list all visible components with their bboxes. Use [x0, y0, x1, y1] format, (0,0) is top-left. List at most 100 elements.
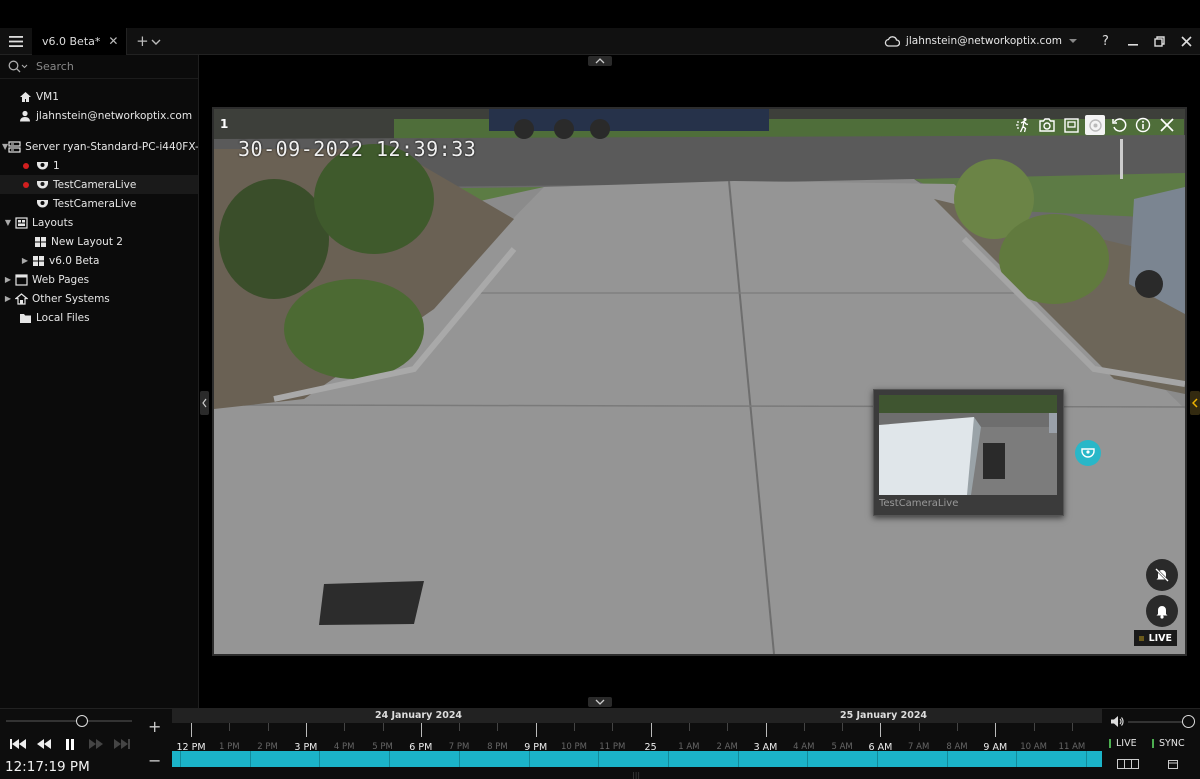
volume-slider-handle[interactable] [1182, 715, 1195, 728]
timeline-tick [765, 723, 767, 737]
mute-notifications-button[interactable] [1146, 559, 1178, 591]
camera-preview-popup[interactable]: TestCameraLive [873, 389, 1064, 516]
recording-chunk-divider [458, 751, 460, 767]
zoom-in-button[interactable]: + [148, 717, 161, 736]
close-tile-button[interactable] [1157, 115, 1177, 135]
tree-item-layouts[interactable]: ▼ Layouts [0, 213, 198, 232]
resource-tree: VM1 jlahnstein@networkoptix.com ▼ Server… [0, 79, 198, 327]
new-tab-button[interactable]: + [133, 32, 151, 50]
tree-item-label: Layouts [32, 216, 74, 229]
tree-item-label: Web Pages [32, 273, 90, 286]
volume-slider-track[interactable] [1128, 721, 1184, 723]
motion-icon [1016, 117, 1029, 133]
search-placeholder: Search [36, 60, 74, 73]
tree-item-testcameralive-1[interactable]: TestCameraLive [0, 175, 198, 194]
close-icon [1160, 118, 1174, 132]
tree-item-v6-beta[interactable]: ▶ v6.0 Beta [0, 251, 198, 270]
volume-icon[interactable] [1110, 716, 1124, 727]
speed-slider-track[interactable] [6, 720, 132, 722]
layout-icon [31, 254, 45, 267]
timeline-scroll-handle[interactable]: ||| [632, 771, 640, 779]
main-menu-button[interactable] [0, 28, 32, 55]
rotate-button[interactable] [1109, 115, 1129, 135]
recording-chunk-divider [877, 751, 878, 767]
minimize-icon [1127, 44, 1138, 46]
zoom-window-button[interactable] [1061, 115, 1081, 135]
motion-search-button[interactable] [1013, 115, 1033, 135]
recording-chunk-divider [1016, 751, 1018, 767]
timeline-panel: + − 12:17:19 PM 24 January 2024 25 Janua… [0, 708, 1200, 779]
timeline-scrubber[interactable]: 24 January 2024 25 January 2024 12 PM 1 P… [172, 709, 1157, 779]
recording-chunk-divider [598, 751, 600, 767]
current-time-display: 12:17:19 PM [5, 759, 90, 775]
recording-chunk-divider [667, 751, 669, 767]
sync-button[interactable]: SYNC [1152, 738, 1185, 749]
tree-item-label: TestCameraLive [53, 197, 137, 210]
tree-item-user[interactable]: jlahnstein@networkoptix.com [0, 106, 198, 125]
timeline-right-controls: LIVE SYNC [1102, 709, 1200, 779]
tree-item-web-pages[interactable]: ▶ Web Pages [0, 270, 198, 289]
tree-item-system[interactable]: VM1 [0, 87, 198, 106]
tabs-dropdown-button[interactable] [151, 35, 167, 48]
help-button[interactable]: ? [1092, 28, 1119, 55]
timeline-tick [459, 723, 461, 731]
camera-tile[interactable]: 1 30-09-2022 12:39:33 TestCameraLive LIV… [212, 107, 1187, 656]
tree-item-camera-1[interactable]: 1 [0, 156, 198, 175]
help-icon: ? [1102, 33, 1109, 49]
live-label: LIVE [1148, 632, 1172, 644]
speed-slider-handle[interactable] [76, 715, 88, 727]
rewind-button[interactable] [34, 736, 54, 752]
timeline-tick [574, 723, 575, 731]
collapse-bottom-panel-button[interactable] [588, 697, 612, 707]
bell-off-icon [1155, 568, 1169, 582]
chevron-left-icon [202, 398, 207, 408]
recording-chunk-divider [249, 751, 251, 767]
live-button[interactable]: LIVE [1109, 738, 1137, 749]
info-button[interactable] [1133, 115, 1153, 135]
collapsed-arrow-icon[interactable]: ▶ [19, 256, 31, 265]
close-button[interactable] [1173, 28, 1200, 55]
tab-close-icon[interactable]: ✕ [108, 34, 118, 48]
calendar-icon[interactable] [1168, 759, 1178, 769]
restore-button[interactable] [1146, 28, 1173, 55]
collapse-left-panel-button[interactable] [200, 391, 209, 415]
screenshot-button[interactable] [1037, 115, 1057, 135]
skip-to-start-button[interactable] [8, 736, 28, 752]
tree-item-new-layout-2[interactable]: New Layout 2 [0, 232, 198, 251]
objects-button[interactable] [1085, 115, 1105, 135]
notifications-button[interactable] [1146, 595, 1178, 627]
collapsed-arrow-icon[interactable]: ▶ [2, 275, 14, 284]
timeline-tick [382, 723, 384, 731]
recording-chunks-bar[interactable] [172, 751, 1157, 767]
fast-forward-button[interactable] [86, 736, 106, 752]
tab-label: v6.0 Beta* [42, 34, 101, 48]
tree-item-label: Other Systems [32, 292, 110, 305]
camera-position-marker[interactable] [1075, 440, 1101, 466]
live-status-bar [1109, 739, 1111, 748]
tree-item-testcameralive-2[interactable]: TestCameraLive [0, 194, 198, 213]
restore-icon [1154, 35, 1165, 47]
tree-item-local-files[interactable]: Local Files [0, 308, 198, 327]
zoom-out-button[interactable]: − [148, 751, 161, 770]
account-menu[interactable]: jlahnstein@networkoptix.com [884, 35, 1092, 47]
camera-timestamp-overlay: 30-09-2022 12:39:33 [238, 137, 477, 161]
tree-item-server[interactable]: ▼ Server ryan-Standard-PC-i440FX-... [0, 137, 198, 156]
tree-item-label: Server ryan-Standard-PC-i440FX-... [25, 140, 198, 153]
search-field[interactable]: Search [0, 55, 198, 79]
camera-icon [1081, 448, 1095, 458]
collapsed-arrow-icon[interactable]: ▶ [2, 294, 14, 303]
tree-item-other-systems[interactable]: ▶ Other Systems [0, 289, 198, 308]
skip-to-end-button[interactable] [112, 736, 132, 752]
live-button-label: LIVE [1116, 738, 1137, 749]
expanded-arrow-icon[interactable]: ▼ [2, 218, 14, 227]
thumbnails-toggle-icon[interactable] [1117, 759, 1139, 769]
timeline-tick [995, 723, 997, 737]
recording-chunk-divider [807, 751, 809, 767]
collapse-right-panel-button[interactable] [1190, 391, 1200, 415]
chevron-down-icon [151, 39, 161, 45]
tab-bar: v6.0 Beta* ✕ + jlahnstein@networkoptix.c… [0, 27, 1200, 55]
collapse-top-panel-button[interactable] [588, 56, 612, 66]
minimize-button[interactable] [1119, 28, 1146, 55]
pause-button[interactable] [60, 736, 80, 752]
tab-layout[interactable]: v6.0 Beta* ✕ [32, 27, 128, 55]
